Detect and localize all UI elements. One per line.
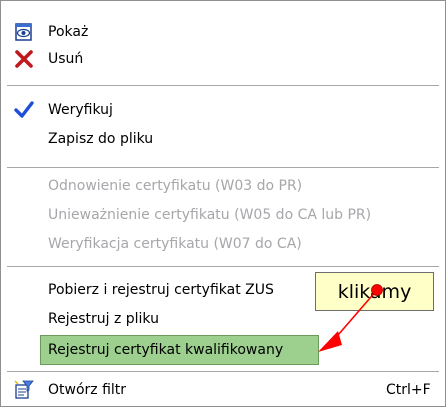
menu-item-label: Pobierz i rejestruj certyfikat ZUS [48,282,274,298]
menu-item-label: Unieważnienie certyfikatu (W05 do CA lub… [48,207,372,223]
annotation-callout-text: klikamy [337,280,412,303]
menu-item-label: Zapisz do pliku [48,131,154,147]
menu-item-label: Otwórz filtr [48,382,127,398]
checkmark-icon [14,101,34,118]
menu-item-label: Rejestruj certyfikat kwalifikowany [48,342,284,358]
menu-separator [7,266,439,268]
context-menu: Pokaż Usuń Weryfikuj Zapisz do pliku Odn… [0,0,446,407]
filter-icon [14,380,34,399]
menu-item-label: Weryfikuj [48,102,113,118]
menu-separator [7,167,439,169]
menu-separator [7,85,439,87]
menu-separator [7,371,439,373]
menu-item-otworz-filtr[interactable]: Otwórz filtr Ctrl+F [2,377,442,403]
menu-item-label: Rejestruj z pliku [48,311,159,327]
annotation-callout: klikamy [315,272,434,311]
eye-document-icon [15,23,32,41]
menu-item-label: Weryfikacja certyfikatu (W07 do CA) [48,236,302,252]
menu-item-shortcut: Ctrl+F [386,382,431,398]
menu-item-label: Usuń [48,51,84,67]
menu-item-label: Pokaż [48,24,89,40]
menu-item-label: Odnowienie certyfikatu (W03 do PR) [48,178,303,194]
red-x-icon [15,50,33,68]
